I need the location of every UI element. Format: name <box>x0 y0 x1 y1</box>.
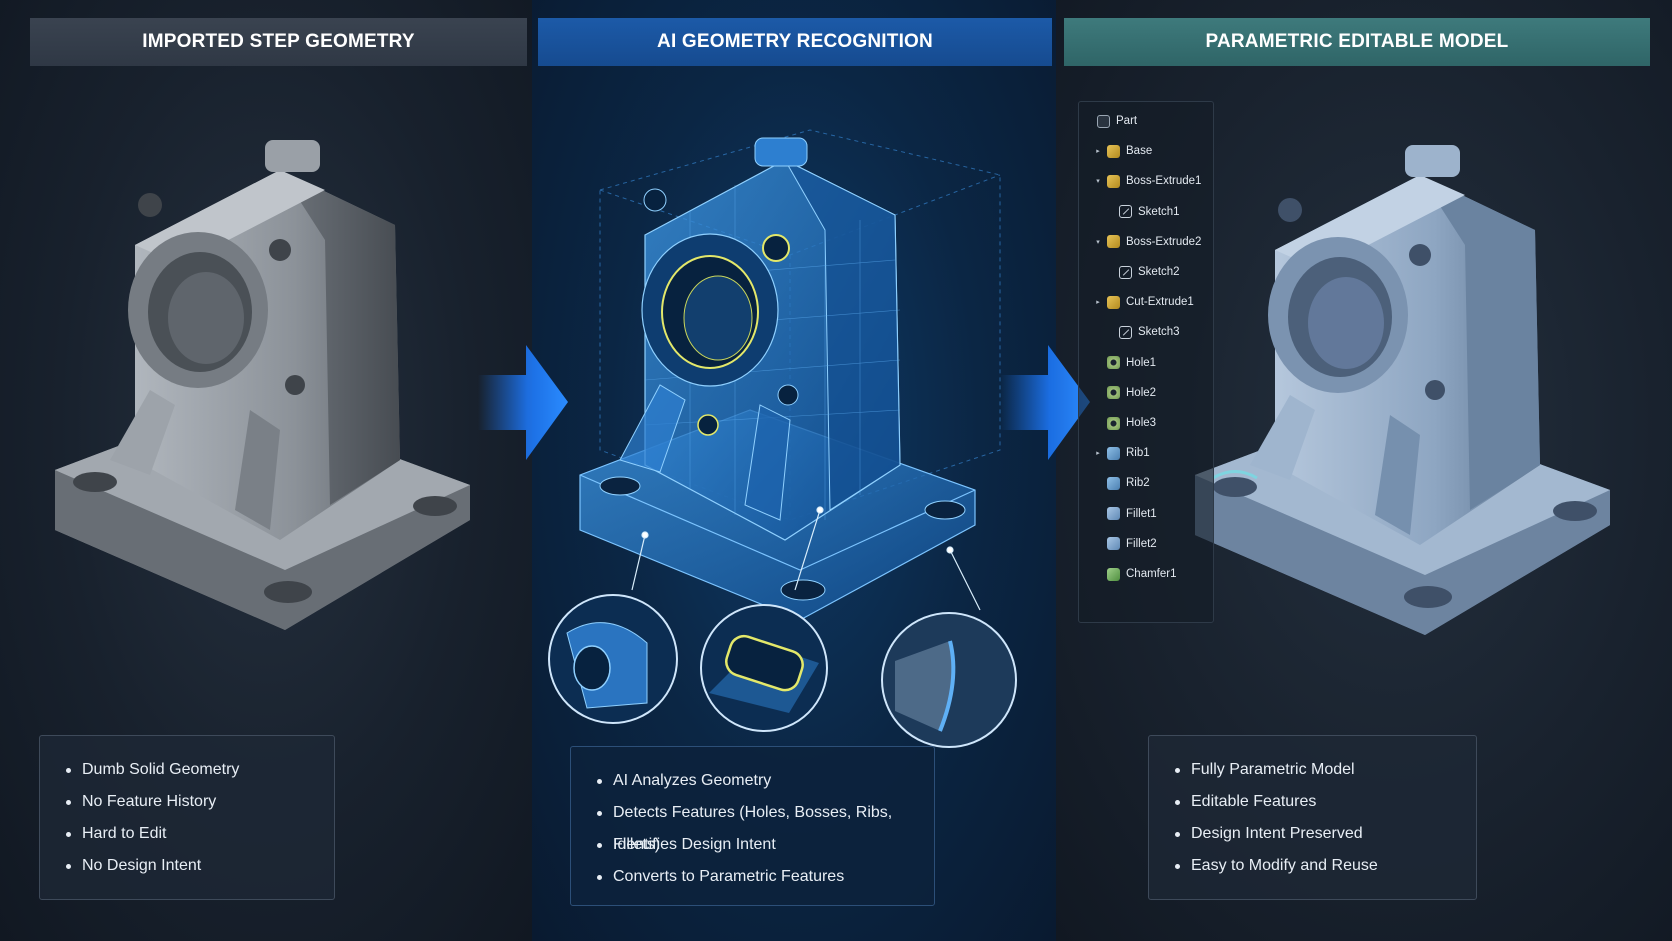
tree-item-label: Boss-Extrude2 <box>1126 235 1202 248</box>
bullet-item: Dumb Solid Geometry <box>66 754 334 786</box>
collapse-arrow-icon[interactable]: ▸ <box>1093 449 1103 457</box>
hole-icon <box>1107 416 1120 430</box>
extrude-icon <box>1107 235 1120 249</box>
tree-item-label: Fillet1 <box>1126 507 1157 520</box>
tree-item-label: Part <box>1116 115 1138 127</box>
bullet-item: AI Analyzes Geometry <box>597 765 934 797</box>
rib-icon <box>1107 446 1120 460</box>
bullet-item: No Design Intent <box>66 850 334 882</box>
cut-icon <box>1107 295 1120 309</box>
grey-bearing-block-model <box>55 140 470 630</box>
bullet-item: No Feature History <box>66 786 334 818</box>
bullet-item: Easy to Modify and Reuse <box>1175 850 1476 882</box>
extrude-icon <box>1107 144 1120 158</box>
tree-item-part[interactable]: Part <box>1083 110 1137 132</box>
feature-tree: Part ▸ Base ▾ Boss-Extrude1 Sketch1 ▾ Boss-Extr… <box>1078 101 1214 623</box>
tree-item-sketch2[interactable]: Sketch2 <box>1105 261 1180 283</box>
tree-item-sketch3[interactable]: Sketch3 <box>1105 321 1180 343</box>
wireframe-bearing-block-model <box>579 129 1001 621</box>
expand-arrow-icon[interactable]: ▾ <box>1093 238 1103 246</box>
bullet-item: Editable Features <box>1175 786 1476 818</box>
tree-item-label: Boss-Extrude1 <box>1126 175 1202 188</box>
part-icon <box>1097 114 1110 128</box>
tree-item-label: Hole3 <box>1126 417 1157 429</box>
tree-item-label: Hole1 <box>1126 356 1157 369</box>
right-arrow-icon <box>1000 345 1090 460</box>
tree-item-chamfer1[interactable]: Chamfer1 <box>1093 563 1177 585</box>
right-arrow-icon <box>478 345 568 460</box>
feature-callout-fillet <box>881 612 1017 748</box>
tree-item-label: Cut-Extrude1 <box>1126 296 1194 309</box>
fillet-icon <box>1107 537 1120 551</box>
tree-item-base[interactable]: ▸ Base <box>1093 140 1152 162</box>
tree-item-rib2[interactable]: Rib2 <box>1093 472 1150 494</box>
tree-item-hole2[interactable]: Hole2 <box>1093 382 1156 404</box>
imported-geometry-notes: Dumb Solid Geometry No Feature History H… <box>39 735 335 900</box>
hole-icon <box>1107 386 1120 400</box>
sketch-icon <box>1119 325 1132 339</box>
tree-item-hole3[interactable]: Hole3 <box>1093 412 1156 434</box>
bullet-item: Identifies Design Intent <box>597 829 934 861</box>
collapse-arrow-icon[interactable]: ▸ <box>1093 147 1103 155</box>
tree-item-label: Sketch2 <box>1138 266 1180 278</box>
feature-callout-boss-hole <box>548 594 678 724</box>
tree-item-label: Rib1 <box>1126 447 1150 460</box>
bullet-item: Hard to Edit <box>66 818 334 850</box>
bullet-item: Detects Features (Holes, Bosses, Ribs, F… <box>597 797 934 853</box>
tree-item-fillet2[interactable]: Fillet2 <box>1093 533 1157 555</box>
chamfer-icon <box>1107 567 1120 581</box>
tree-item-cut-extrude1[interactable]: ▸ Cut-Extrude1 <box>1093 291 1194 313</box>
tree-item-label: Rib2 <box>1126 477 1150 490</box>
expand-arrow-icon[interactable]: ▾ <box>1093 177 1103 185</box>
tree-item-label: Chamfer1 <box>1126 568 1177 580</box>
tree-item-hole1[interactable]: Hole1 <box>1093 352 1156 374</box>
hole-icon <box>1107 356 1120 370</box>
tree-item-label: Base <box>1126 145 1153 158</box>
tree-item-label: Hole2 <box>1126 386 1157 399</box>
sketch-icon <box>1119 205 1132 219</box>
feature-callout-slot <box>700 604 828 732</box>
bullet-item: Design Intent Preserved <box>1175 818 1476 850</box>
bullet-item: Converts to Parametric Features <box>597 861 934 893</box>
title-imported-step-geometry: IMPORTED STEP GEOMETRY <box>30 18 527 66</box>
tree-item-label: Fillet2 <box>1126 537 1157 550</box>
tree-item-sketch1[interactable]: Sketch1 <box>1105 201 1180 223</box>
rib-icon <box>1107 476 1120 490</box>
tree-item-label: Sketch1 <box>1138 205 1180 218</box>
fillet-icon <box>1107 507 1120 521</box>
title-parametric-editable-model: PARAMETRIC EDITABLE MODEL <box>1064 18 1650 66</box>
tree-item-fillet1[interactable]: Fillet1 <box>1093 503 1157 525</box>
tree-item-rib1[interactable]: ▸ Rib1 <box>1093 442 1150 464</box>
bullet-item: Fully Parametric Model <box>1175 754 1476 786</box>
ai-recognition-notes: AI Analyzes Geometry Detects Features (H… <box>570 746 935 906</box>
extrude-icon <box>1107 174 1120 188</box>
tree-item-label: Sketch3 <box>1138 326 1180 339</box>
tree-item-boss-extrude1[interactable]: ▾ Boss-Extrude1 <box>1093 170 1201 192</box>
parametric-bearing-block-model <box>1195 145 1610 635</box>
tree-item-boss-extrude2[interactable]: ▾ Boss-Extrude2 <box>1093 231 1201 253</box>
sketch-icon <box>1119 265 1132 279</box>
title-ai-geometry-recognition: AI GEOMETRY RECOGNITION <box>538 18 1052 66</box>
parametric-model-notes: Fully Parametric Model Editable Features… <box>1148 735 1477 900</box>
collapse-arrow-icon[interactable]: ▸ <box>1093 298 1103 306</box>
